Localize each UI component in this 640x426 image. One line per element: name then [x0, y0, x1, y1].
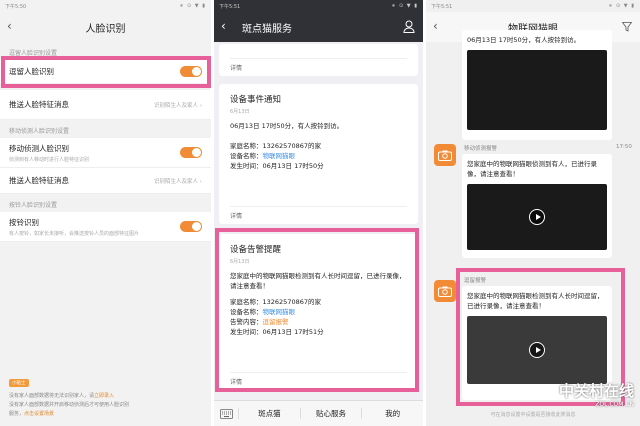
- back-arrow-icon[interactable]: ‹: [221, 19, 226, 33]
- section-title-ring: 按铃人脸识别设置: [9, 202, 58, 209]
- ring-recognition-sub: 有人按铃，如家长未接听，会推送按铃人员的面部特征图片: [9, 230, 140, 237]
- iot-peephole-screen: 下午5:51 ∗ ⊙ ▼ ▮ ‹ 物联网猫眼 06月13日 17时50分，有人按…: [426, 0, 640, 426]
- set-scene-link[interactable]: 点击设置场景: [24, 411, 54, 417]
- back-arrow-icon[interactable]: ‹: [7, 19, 12, 33]
- enroll-now-link[interactable]: 立即录入: [94, 393, 114, 399]
- status-time: 下午5:51: [219, 3, 241, 10]
- camera-icon: [438, 150, 452, 161]
- card-date: 6月13日: [230, 259, 250, 265]
- ring-recognition-row[interactable]: 按铃识别 有人按铃，如家长未接听，会推送按铃人员的面部特征图片: [0, 212, 211, 242]
- card-detail-link[interactable]: 详情: [230, 206, 407, 224]
- video-thumbnail[interactable]: [467, 316, 607, 384]
- section-title-stay: 逗留人脸识别设置: [9, 50, 58, 57]
- push-face-msg-value-2: 识别陌生人及家人 ›: [154, 178, 202, 185]
- device-name-link[interactable]: 物联网猫眼: [263, 308, 296, 316]
- status-bar: 下午5:51 ∗ ⊙ ▼ ▮: [426, 0, 640, 12]
- status-icons: ∗ ⊙ ▼ ▮: [179, 3, 206, 9]
- ring-recognition-label: 按铃识别: [9, 217, 39, 227]
- footer-hint: 可在消息设置中设置是否接收此类消息: [490, 412, 576, 418]
- status-icons: ∗ ⊙ ▼ ▮: [608, 3, 635, 9]
- status-bar: 下午5:51 ∗ ⊙ ▼ ▮: [214, 0, 423, 12]
- back-arrow-icon[interactable]: ‹: [433, 19, 438, 33]
- stay-face-recognition-row[interactable]: 逗留人脸识别: [0, 60, 211, 84]
- tab-care-service[interactable]: 贴心服务: [299, 408, 362, 419]
- message-text: 您家庭中的物联网猫眼侦测到有人，已进行录像，请注意查看！: [467, 160, 597, 178]
- stay-face-recognition-toggle[interactable]: [180, 66, 202, 77]
- card-body: 您家庭中的物联网猫眼检测到有人长时间逗留，已进行录像，请注意查看！ 家庭名称：1…: [230, 272, 406, 336]
- peephole-avatar: [434, 144, 456, 166]
- face-recognition-screen: 下午5:50 ∗ ⊙ ▼ ▮ ‹ 人脸识别 逗留人脸识别设置 逗留人脸识别 推送…: [0, 0, 211, 426]
- card-date: 6月13日: [230, 109, 250, 115]
- message-text: 您家庭中的物联网猫眼检测到有人长时间逗留，已进行录像，请注意查看！: [467, 292, 604, 310]
- user-profile-icon[interactable]: [403, 20, 415, 33]
- card-title: 设备事件通知: [230, 95, 282, 105]
- card-body: 06月13日 17时50分，有人按铃到访。 家庭名称：13262570867的家…: [230, 122, 344, 170]
- card-title: 设备告警提醒: [230, 245, 282, 255]
- push-face-msg-row-1[interactable]: 推送人脸特征消息 识别陌生人及家人 ›: [0, 90, 211, 120]
- filter-icon[interactable]: [622, 22, 632, 32]
- header: ‹ 斑点猫服务: [214, 12, 423, 42]
- motion-face-recognition-label: 移动侦测人脸识别: [9, 143, 69, 153]
- device-name-link[interactable]: 物联网猫眼: [263, 152, 296, 160]
- push-face-msg-value: 识别陌生人及家人 ›: [154, 102, 202, 109]
- message-bubble-previous: 06月13日 17时50分，有人按铃到访。: [462, 30, 612, 140]
- bottom-tab-bar: 斑点猫 贴心服务 我的: [214, 400, 423, 426]
- motion-face-recognition-toggle[interactable]: [180, 147, 202, 158]
- tab-spotted-cat[interactable]: 斑点猫: [238, 408, 300, 419]
- video-thumbnail[interactable]: [467, 184, 607, 250]
- camera-icon: [438, 286, 452, 297]
- keyboard-icon[interactable]: [214, 408, 238, 419]
- status-bar: 下午5:50 ∗ ⊙ ▼ ▮: [0, 0, 211, 12]
- tips-text: 没有家人面部数据将无法识别家人，请立即录入 没有家人面部数据并开启移动侦测后才可…: [9, 393, 130, 417]
- stay-face-recognition-label: 逗留人脸识别: [9, 67, 54, 76]
- snapshot-image[interactable]: [467, 50, 607, 130]
- status-icons: ∗ ⊙ ▼ ▮: [391, 3, 418, 9]
- play-icon[interactable]: [529, 209, 545, 225]
- event-notification-card[interactable]: 设备事件通知 6月13日 06月13日 17时50分，有人按铃到访。 家庭名称：…: [219, 84, 418, 224]
- tips-badge: 小贴士: [9, 379, 29, 387]
- message-time: 17:50: [616, 144, 632, 150]
- header: ‹ 人脸识别: [0, 12, 211, 42]
- peephole-avatar: [434, 280, 456, 302]
- push-face-msg-label: 推送人脸特征消息: [9, 100, 69, 109]
- watermark: 中关村在线 ZOL.COM.CN: [558, 382, 634, 408]
- alarm-reminder-card[interactable]: 设备告警提醒 6月13日 您家庭中的物联网猫眼检测到有人长时间逗留，已进行录像，…: [219, 234, 418, 390]
- message-text: 06月13日 17时50分，有人按铃到访。: [467, 36, 581, 44]
- page-title: 斑点猫服务: [242, 23, 292, 35]
- message-label: 逗留报警: [464, 278, 487, 284]
- push-face-msg-row-2[interactable]: 推送人脸特征消息 识别陌生人及家人 ›: [0, 168, 211, 194]
- card-detail-link[interactable]: 详情: [230, 372, 407, 390]
- previous-card: 详情: [219, 44, 418, 76]
- section-title-motion: 移动侦测人脸识别设置: [9, 128, 70, 135]
- motion-face-recognition-sub: 侦测到有人移动时进行人脸特征识别: [9, 156, 90, 163]
- play-icon[interactable]: [529, 342, 545, 358]
- tab-mine[interactable]: 我的: [361, 408, 423, 419]
- message-bubble-motion[interactable]: 您家庭中的物联网猫眼侦测到有人，已进行录像，请注意查看！: [462, 154, 612, 258]
- previous-card-detail-link[interactable]: 详情: [230, 58, 407, 76]
- push-face-msg-label-2: 推送人脸特征消息: [9, 176, 69, 185]
- status-time: 下午5:50: [5, 3, 27, 10]
- status-time: 下午5:51: [431, 3, 453, 10]
- motion-face-recognition-row[interactable]: 移动侦测人脸识别 侦测到有人移动时进行人脸特征识别: [0, 138, 211, 168]
- page-title: 人脸识别: [85, 23, 126, 35]
- alarm-content: 逗留报警: [262, 318, 289, 326]
- service-chat-screen: 下午5:51 ∗ ⊙ ▼ ▮ ‹ 斑点猫服务 详情 设备事件通知 6月13日 0…: [214, 0, 423, 426]
- message-label: 移动侦测报警: [464, 146, 498, 152]
- ring-recognition-toggle[interactable]: [180, 221, 202, 232]
